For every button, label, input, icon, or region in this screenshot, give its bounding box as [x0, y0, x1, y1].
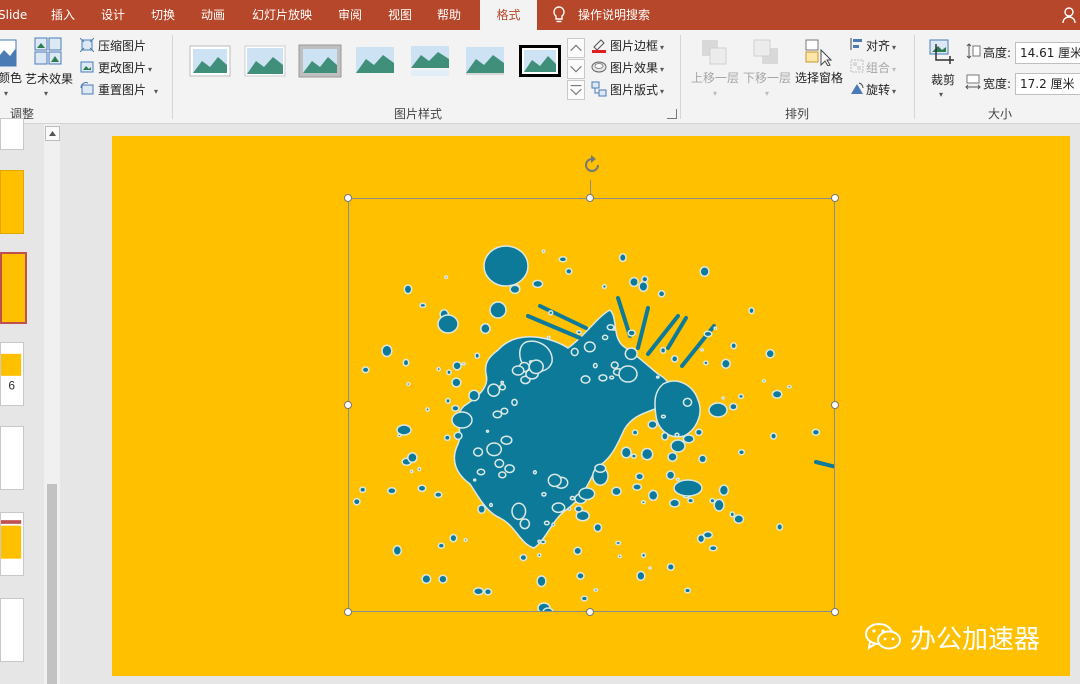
color-icon[interactable]	[0, 38, 18, 68]
tab-format[interactable]: 格式	[480, 0, 537, 30]
group-icon	[850, 59, 864, 73]
tab-transitions[interactable]: 切换	[151, 0, 175, 30]
color-button[interactable]: 颜色	[0, 69, 22, 86]
change-picture-button[interactable]: 更改图片 ▾	[98, 59, 152, 76]
tab-slideshow[interactable]: 幻灯片放映	[252, 0, 312, 30]
reset-picture-icon	[80, 82, 94, 95]
bring-forward-icon[interactable]	[700, 38, 728, 66]
tab-help[interactable]: 帮助	[437, 0, 461, 30]
resize-handle-top-right[interactable]	[831, 194, 839, 202]
resize-handle-bottom-left[interactable]	[344, 608, 352, 616]
slide-thumbnail[interactable]: 6	[0, 342, 24, 406]
width-label: 宽度:	[983, 77, 1012, 91]
height-label: 高度:	[983, 46, 1012, 60]
selection-frame	[348, 198, 835, 612]
watermark-text: 办公加速器	[910, 624, 1041, 655]
resize-handle-bottom[interactable]	[586, 608, 594, 616]
picture-style-beveled[interactable]	[243, 43, 287, 79]
slide-thumbnail[interactable]	[0, 118, 24, 150]
rotate-handle-icon[interactable]	[581, 154, 603, 176]
picture-style-reflected[interactable]	[408, 43, 452, 79]
crop-icon[interactable]	[928, 38, 956, 66]
slide-thumbnail[interactable]	[0, 170, 24, 234]
picture-style-thick-black-frame[interactable]	[518, 43, 562, 79]
picture-styles-launcher[interactable]	[667, 109, 677, 119]
resize-handle-top[interactable]	[586, 194, 594, 202]
scroll-thumb[interactable]	[47, 484, 57, 684]
send-backward-button[interactable]: 下移一层	[743, 69, 791, 86]
tab-design[interactable]: 设计	[101, 0, 125, 30]
slide-canvas[interactable]: 办公加速器	[112, 136, 1070, 676]
thumbnail-scrollbar[interactable]	[44, 124, 60, 684]
tab-slide[interactable]: Slide	[0, 0, 27, 30]
width-field[interactable]: 17.2 厘米	[1015, 73, 1080, 95]
picture-style-soft-edge[interactable]	[353, 43, 397, 79]
tab-animations[interactable]: 动画	[201, 0, 225, 30]
resize-handle-top-left[interactable]	[344, 194, 352, 202]
tab-insert[interactable]: 插入	[51, 0, 75, 30]
resize-handle-bottom-right[interactable]	[831, 608, 839, 616]
gallery-scroll-down[interactable]	[567, 59, 585, 79]
lightbulb-icon	[553, 6, 565, 23]
picture-style-metal-frame[interactable]	[298, 43, 342, 79]
picture-layout-icon	[591, 81, 607, 97]
slide-thumbnail[interactable]	[0, 426, 24, 490]
slide-thumbnail[interactable]	[0, 512, 24, 576]
tab-view[interactable]: 视图	[388, 0, 412, 30]
picture-layout-button[interactable]: 图片版式 ▾	[610, 81, 664, 98]
slide-thumbnail-selected[interactable]	[0, 252, 27, 324]
svg-text:6: 6	[8, 379, 15, 393]
bring-forward-button[interactable]: 上移一层	[691, 69, 739, 86]
compress-pictures-button[interactable]: 压缩图片	[98, 37, 146, 54]
selection-pane-button[interactable]: 选择窗格	[795, 69, 843, 86]
picture-border-button[interactable]: 图片边框 ▾	[610, 37, 664, 54]
picture-effects-button[interactable]: 图片效果 ▾	[610, 59, 664, 76]
selection-pane-icon[interactable]	[804, 38, 832, 66]
picture-border-icon	[592, 39, 606, 53]
scroll-up-button[interactable]	[45, 126, 60, 141]
ribbon-format: 颜色 ▾ 艺术效果 ▾ 压缩图片 更改图片 ▾ 重置图片 ▾ 调整 图片边框 ▾…	[0, 30, 1080, 124]
picture-style-simple-frame[interactable]	[188, 43, 232, 79]
rotate-button[interactable]: 旋转 ▾	[866, 81, 896, 98]
change-picture-icon	[80, 61, 94, 73]
resize-handle-right[interactable]	[831, 401, 839, 409]
group-button[interactable]: 组合 ▾	[866, 59, 896, 76]
resize-handle-left[interactable]	[344, 401, 352, 409]
group-label-size: 大小	[987, 107, 1012, 121]
gallery-scroll-up[interactable]	[567, 38, 585, 58]
height-field[interactable]: 14.61 厘米	[1015, 42, 1080, 64]
reset-picture-button[interactable]: 重置图片 ▾	[98, 81, 158, 98]
height-icon	[966, 43, 981, 59]
picture-style-rounded[interactable]	[463, 43, 507, 79]
wechat-icon	[865, 623, 901, 651]
width-icon	[965, 74, 981, 90]
gallery-more[interactable]	[567, 80, 585, 100]
tell-me-search[interactable]: 操作说明搜索	[578, 0, 650, 30]
art-effects-icon[interactable]	[34, 36, 64, 66]
user-share-icon[interactable]	[1062, 6, 1080, 24]
ribbon-tab-bar: Slide 插入 设计 切换 动画 幻灯片放映 审阅 视图 帮助 格式 操作说明…	[0, 0, 1080, 30]
tab-review[interactable]: 审阅	[338, 0, 362, 30]
group-label-picture-styles: 图片样式	[393, 107, 442, 121]
align-icon	[850, 38, 862, 50]
send-backward-icon[interactable]	[752, 38, 780, 66]
slide-thumbnail[interactable]	[0, 598, 24, 662]
compress-pictures-icon	[80, 38, 94, 52]
align-button[interactable]: 对齐 ▾	[866, 37, 896, 54]
picture-effects-icon	[591, 61, 607, 73]
watermark: 办公加速器	[864, 620, 1041, 655]
group-label-arrange: 排列	[784, 107, 809, 121]
art-effects-button[interactable]: 艺术效果	[25, 70, 73, 87]
rotate-icon	[851, 82, 864, 94]
